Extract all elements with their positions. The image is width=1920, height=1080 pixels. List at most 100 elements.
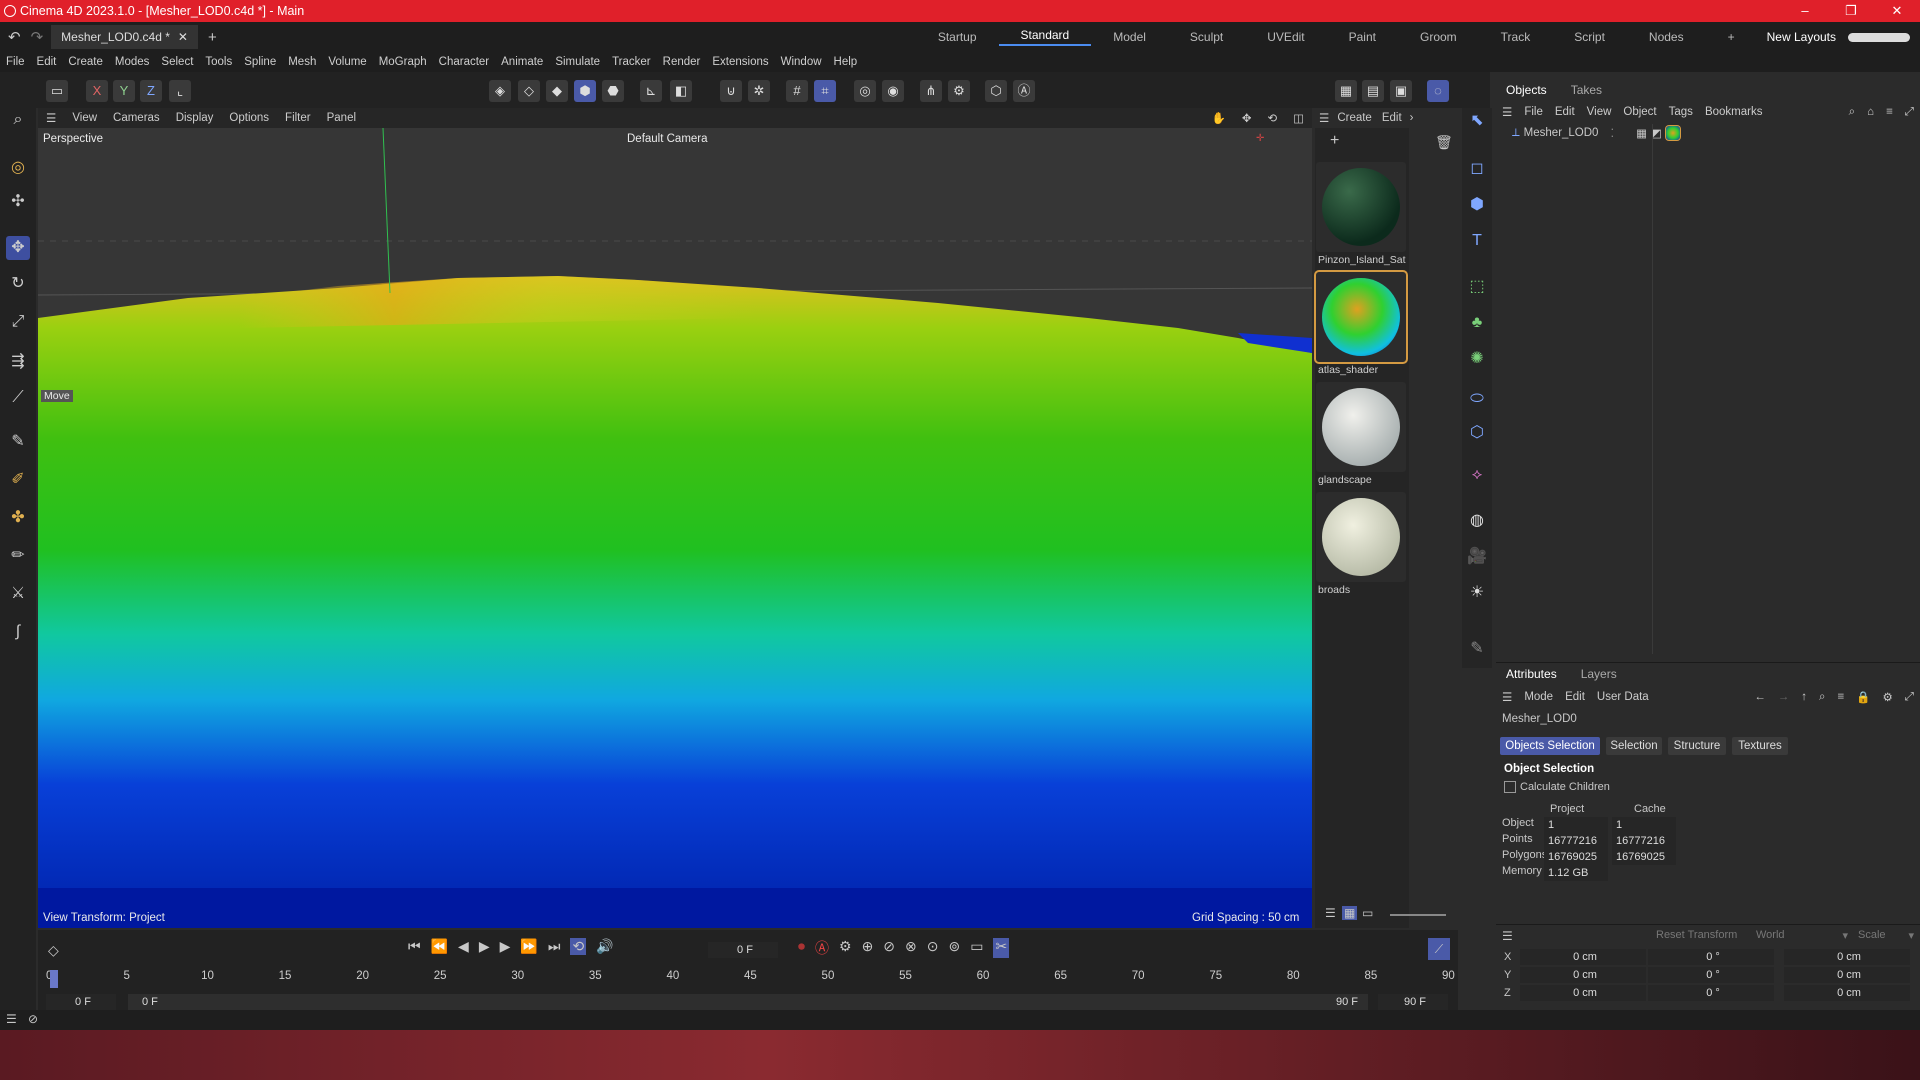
menu-edit[interactable]: Edit	[31, 56, 63, 68]
back-icon[interactable]: ←	[1748, 691, 1772, 703]
material-tag-icon[interactable]	[1664, 125, 1681, 141]
material-swatch[interactable]	[1316, 162, 1406, 252]
sculpt-brush-icon[interactable]: ✐	[6, 468, 30, 492]
coord-size-field[interactable]: 0 cm	[1784, 949, 1910, 965]
menu-character[interactable]: Character	[433, 56, 496, 68]
material-menu-create[interactable]: Create	[1337, 112, 1372, 124]
layout-tab-standard[interactable]: Standard	[998, 28, 1092, 46]
key-param-icon[interactable]: ⊙	[927, 938, 939, 958]
tab-takes[interactable]: Takes	[1571, 83, 1602, 97]
scale-tool-icon[interactable]: ⤢	[6, 310, 30, 334]
brush-icon[interactable]: ✏	[6, 544, 30, 568]
attributes-settings-icon[interactable]: ⚙	[1876, 690, 1898, 704]
camera-icon[interactable]: 🎥	[1464, 544, 1490, 570]
move-tool-icon[interactable]: ✥	[6, 236, 30, 260]
dynamics-icon[interactable]: ⚙	[948, 80, 970, 102]
object-row[interactable]: ⟂ Mesher_LOD0 ⁚ ▦ ◩	[1512, 124, 1681, 142]
interactive-render-icon[interactable]: ◌	[1427, 80, 1449, 102]
close-tab-icon[interactable]: ✕	[178, 30, 188, 44]
preview-range-bar[interactable]: 0 F 90 F	[128, 994, 1368, 1010]
menu-tracker[interactable]: Tracker	[606, 56, 657, 68]
layout-toggle[interactable]	[1848, 32, 1910, 42]
attributes-search-icon[interactable]: ⌕	[1813, 691, 1831, 704]
tab-attributes[interactable]: Attributes	[1506, 667, 1557, 681]
cube-icon[interactable]: ⬢	[1464, 192, 1490, 218]
points-mode-icon[interactable]: ◈	[489, 80, 511, 102]
placement-tool-icon[interactable]: ⟋	[6, 386, 30, 410]
layout-tab-groom[interactable]: Groom	[1398, 30, 1479, 44]
status-hamburger-icon[interactable]: ☰	[6, 1012, 17, 1026]
layout-tab-nodes[interactable]: Nodes	[1627, 30, 1706, 44]
add-material-icon[interactable]: +	[1330, 132, 1339, 150]
objects-menu-bookmarks[interactable]: Bookmarks	[1699, 106, 1769, 118]
objects-menu-view[interactable]: View	[1581, 106, 1618, 118]
environment-icon[interactable]: ◍	[1464, 508, 1490, 534]
scheme-icon[interactable]: ✂	[993, 938, 1010, 958]
list-view-icon[interactable]: ☰	[1325, 906, 1336, 920]
objects-expand-icon[interactable]: ⤢	[1899, 106, 1920, 119]
cloner-icon[interactable]: ♣	[1464, 310, 1490, 336]
menu-modes[interactable]: Modes	[109, 56, 156, 68]
spline-icon[interactable]: ⟡	[1464, 462, 1490, 488]
menu-window[interactable]: Window	[775, 56, 828, 68]
search-icon[interactable]: ⌕	[6, 108, 30, 132]
rotate-tool-icon[interactable]: ↻	[6, 272, 30, 296]
auto-icon[interactable]: Ⓐ	[1013, 80, 1035, 102]
status-check-icon[interactable]: ⊘	[28, 1012, 38, 1026]
viewport-menu-cameras[interactable]: Cameras	[105, 112, 168, 124]
checkbox-box[interactable]	[1504, 781, 1516, 793]
grid-view-icon[interactable]: ▦	[1342, 906, 1358, 920]
solo-mode-icon[interactable]: ◧	[670, 80, 692, 102]
camera-label[interactable]: Default Camera	[627, 133, 708, 145]
visibility-dots-icon[interactable]: ⁚	[1610, 126, 1614, 140]
goto-end-icon[interactable]: ⏭	[548, 938, 561, 955]
objects-hamburger-icon[interactable]: ☰	[1496, 105, 1518, 119]
coord-position-field[interactable]: 0 cm	[1520, 949, 1646, 965]
phong-tag-icon[interactable]: ▦	[1636, 126, 1647, 140]
viewport-hamburger-icon[interactable]: ☰	[38, 111, 64, 125]
layout-tab-startup[interactable]: Startup	[916, 30, 999, 44]
add-tab-button[interactable]: +	[208, 29, 217, 46]
attributes-menu-edit[interactable]: Edit	[1559, 691, 1591, 703]
coord-mode-dropdown[interactable]: Scale ▾	[1858, 929, 1914, 942]
end-frame-field[interactable]: 90 F	[1378, 994, 1448, 1010]
lock-z-button[interactable]: Z	[140, 80, 162, 102]
lock-icon[interactable]: 🔒	[1850, 690, 1876, 704]
layout-tab-track[interactable]: Track	[1479, 30, 1553, 44]
render-active-icon[interactable]: ▤	[1362, 80, 1384, 102]
objects-home-icon[interactable]: ⌂	[1861, 106, 1880, 118]
lens-icon[interactable]: ◉	[882, 80, 904, 102]
pan-icon[interactable]: ✋	[1204, 111, 1234, 125]
lock-y-button[interactable]: Y	[113, 80, 135, 102]
key-pla-icon[interactable]: ⊚	[949, 938, 961, 958]
render-view-icon[interactable]: ▦	[1335, 80, 1357, 102]
effector-icon[interactable]: ✺	[1464, 346, 1490, 372]
material-menu-edit[interactable]: Edit	[1382, 112, 1402, 124]
menu-file[interactable]: File	[0, 56, 31, 68]
tab-objects[interactable]: Objects	[1506, 83, 1547, 97]
menu-select[interactable]: Select	[155, 56, 199, 68]
minimize-button[interactable]: –	[1782, 3, 1828, 19]
menu-extensions[interactable]: Extensions	[706, 56, 774, 68]
menu-mograph[interactable]: MoGraph	[373, 56, 433, 68]
menu-help[interactable]: Help	[828, 56, 864, 68]
material-swatch[interactable]	[1316, 382, 1406, 472]
subtab-textures[interactable]: Textures	[1732, 737, 1788, 755]
polygons-mode-icon[interactable]: ◆	[546, 80, 568, 102]
key-scale-icon[interactable]: ⊗	[905, 938, 917, 958]
workplane-icon[interactable]: ⌗	[814, 80, 836, 102]
coord-size-field[interactable]: 0 cm	[1784, 967, 1910, 983]
viewport-projection-label[interactable]: Perspective	[43, 133, 103, 145]
attributes-menu-mode[interactable]: Mode	[1518, 691, 1559, 703]
viewport-menu-panel[interactable]: Panel	[319, 112, 364, 124]
loop-icon[interactable]: ⟲	[570, 938, 587, 955]
paint-brush-icon[interactable]: ✤	[6, 506, 30, 530]
render-settings-icon[interactable]: ▣	[1390, 80, 1412, 102]
record-icon[interactable]: ⏺	[798, 938, 805, 958]
key-rotation-icon[interactable]: ⊘	[883, 938, 895, 958]
timeline-graph-icon[interactable]: ⟋	[1428, 938, 1450, 960]
menu-create[interactable]: Create	[62, 56, 109, 68]
coords-hamburger-icon[interactable]: ☰	[1502, 929, 1513, 943]
swatch-size-slider[interactable]	[1390, 914, 1446, 916]
autokey-icon[interactable]: Ⓐ	[815, 938, 829, 958]
